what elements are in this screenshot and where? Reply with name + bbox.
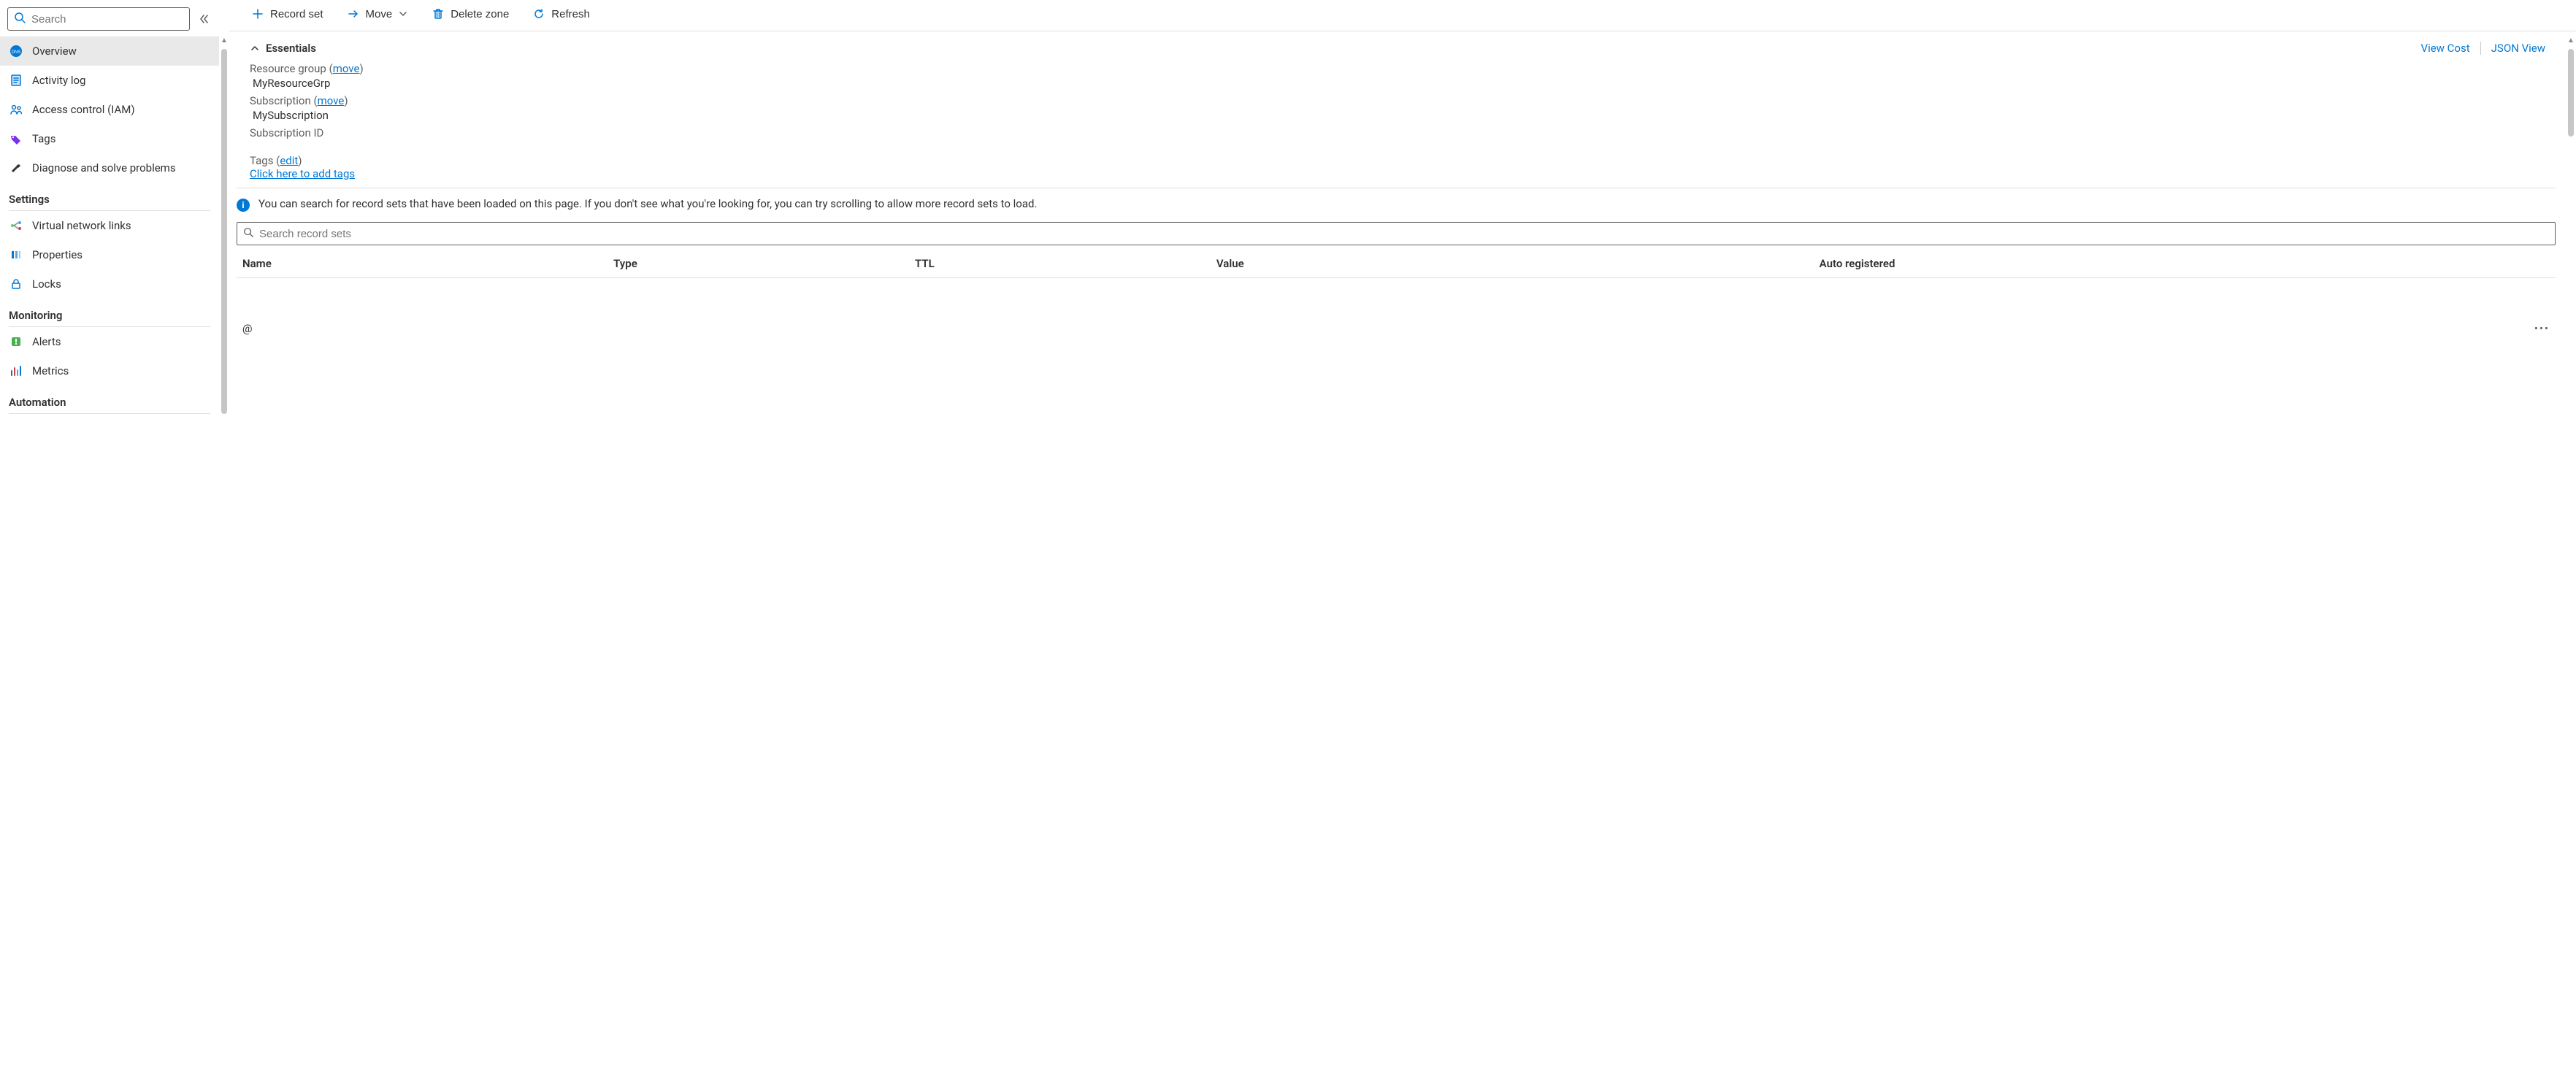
- sidebar-item-activity-log[interactable]: Activity log: [0, 66, 219, 95]
- alert-icon: [9, 334, 23, 349]
- info-text: You can search for record sets that have…: [258, 197, 1037, 210]
- sidebar-scrollbar[interactable]: ▲: [219, 0, 229, 1082]
- sidebar-item-overview[interactable]: DNS Overview: [0, 37, 219, 66]
- trash-icon: [432, 7, 445, 20]
- main-scrollbar[interactable]: ▲: [2566, 0, 2576, 1082]
- tags-label: Tags (edit): [250, 154, 2556, 167]
- col-value[interactable]: Value: [1211, 250, 1814, 278]
- subscription-move-link[interactable]: move: [318, 94, 345, 107]
- sidebar-section-monitoring: Monitoring: [0, 299, 219, 326]
- row-context-menu[interactable]: •••: [2416, 278, 2556, 343]
- col-type[interactable]: Type: [607, 250, 909, 278]
- sidebar-item-label: Activity log: [32, 74, 85, 87]
- activity-log-icon: [9, 73, 23, 88]
- sidebar: DNS Overview Activity log Access control…: [0, 0, 219, 1082]
- essentials-body: Resource group (move) MyResourceGrp Subs…: [250, 62, 2556, 180]
- properties-icon: [9, 248, 23, 262]
- subscription-label: Subscription (move): [250, 94, 2556, 107]
- dns-icon: DNS: [9, 44, 23, 58]
- essentials-title: Essentials: [266, 42, 316, 55]
- button-label: Refresh: [551, 8, 590, 20]
- sidebar-section-settings: Settings: [0, 183, 219, 210]
- sidebar-item-label: Locks: [32, 277, 61, 291]
- scroll-up-icon: ▲: [2567, 37, 2575, 45]
- col-name[interactable]: Name: [237, 250, 607, 278]
- sidebar-item-locks[interactable]: Locks: [0, 269, 219, 299]
- sidebar-item-label: Metrics: [32, 364, 69, 377]
- people-icon: [9, 102, 23, 117]
- record-sets-table: Name Type TTL Value Auto registered @: [237, 250, 2556, 342]
- cell-type: [607, 278, 909, 343]
- lock-icon: [9, 277, 23, 291]
- network-icon: [9, 218, 23, 233]
- sidebar-item-label: Overview: [32, 45, 77, 58]
- chevron-up-icon: [250, 43, 260, 53]
- sidebar-item-alerts[interactable]: Alerts: [0, 327, 219, 356]
- sidebar-item-label: Access control (IAM): [32, 103, 135, 116]
- view-cost-link[interactable]: View Cost: [2411, 42, 2480, 55]
- arrow-right-icon: [347, 7, 360, 20]
- sidebar-item-properties[interactable]: Properties: [0, 240, 219, 269]
- button-label: Delete zone: [451, 8, 509, 20]
- button-label: Move: [366, 8, 393, 20]
- record-search[interactable]: [237, 222, 2556, 245]
- resource-group-label: Resource group (move): [250, 62, 2556, 75]
- delete-zone-button[interactable]: Delete zone: [430, 4, 510, 23]
- collapse-sidebar-button[interactable]: [196, 11, 212, 27]
- sidebar-item-access-control[interactable]: Access control (IAM): [0, 95, 219, 124]
- cell-name: @: [237, 278, 607, 343]
- scrollbar-thumb[interactable]: [221, 49, 227, 414]
- record-search-input[interactable]: [258, 227, 2549, 241]
- plus-icon: [251, 7, 264, 20]
- sidebar-item-vnet-links[interactable]: Virtual network links: [0, 211, 219, 240]
- record-set-button[interactable]: Record set: [250, 4, 325, 23]
- essentials-header: Essentials View Cost JSON View: [250, 39, 2556, 62]
- metrics-icon: [9, 364, 23, 378]
- scrollbar-thumb[interactable]: [2568, 49, 2574, 137]
- subscription-id-label: Subscription ID: [250, 126, 2556, 139]
- sidebar-item-label: Virtual network links: [32, 219, 131, 232]
- search-icon: [14, 12, 26, 26]
- wrench-icon: [9, 161, 23, 175]
- sidebar-item-label: Tags: [32, 132, 55, 145]
- sidebar-item-diagnose[interactable]: Diagnose and solve problems: [0, 153, 219, 183]
- table-row[interactable]: @ •••: [237, 278, 2556, 343]
- json-view-link[interactable]: JSON View: [2481, 42, 2556, 55]
- search-icon: [243, 227, 253, 240]
- resource-group-move-link[interactable]: move: [333, 62, 360, 75]
- cell-value: [1211, 278, 1814, 343]
- command-bar: Record set Move Delete zone: [229, 0, 2576, 31]
- sidebar-search-input[interactable]: [30, 12, 183, 26]
- info-icon: i: [237, 199, 250, 212]
- sidebar-section-automation: Automation: [0, 385, 219, 413]
- button-label: Record set: [270, 8, 323, 20]
- essentials-toggle[interactable]: Essentials: [250, 42, 316, 55]
- sidebar-item-label: Properties: [32, 248, 83, 261]
- chevron-down-icon: [398, 9, 408, 19]
- main-panel: Record set Move Delete zone: [229, 0, 2576, 1082]
- move-button[interactable]: Move: [345, 4, 410, 23]
- more-icon: •••: [2534, 322, 2550, 335]
- refresh-icon: [532, 7, 545, 20]
- info-message: i You can search for record sets that ha…: [250, 188, 2556, 216]
- resource-group-value: MyResourceGrp: [250, 77, 2556, 90]
- col-auto-registered[interactable]: Auto registered: [1814, 250, 2417, 278]
- svg-text:DNS: DNS: [12, 50, 21, 55]
- cell-auto-registered: [1814, 278, 2417, 343]
- cell-ttl: [909, 278, 1211, 343]
- sidebar-item-tags[interactable]: Tags: [0, 124, 219, 153]
- scroll-up-icon: ▲: [221, 37, 228, 45]
- tags-edit-link[interactable]: edit: [280, 154, 298, 167]
- tag-icon: [9, 131, 23, 146]
- col-ttl[interactable]: TTL: [909, 250, 1211, 278]
- subscription-value: MySubscription: [250, 109, 2556, 122]
- sidebar-search[interactable]: [7, 7, 190, 31]
- sidebar-item-metrics[interactable]: Metrics: [0, 356, 219, 385]
- table-header-row: Name Type TTL Value Auto registered: [237, 250, 2556, 278]
- divider: [9, 413, 210, 414]
- sidebar-item-label: Alerts: [32, 335, 61, 348]
- sidebar-item-label: Diagnose and solve problems: [32, 161, 176, 174]
- add-tags-link[interactable]: Click here to add tags: [250, 167, 355, 180]
- refresh-button[interactable]: Refresh: [531, 4, 591, 23]
